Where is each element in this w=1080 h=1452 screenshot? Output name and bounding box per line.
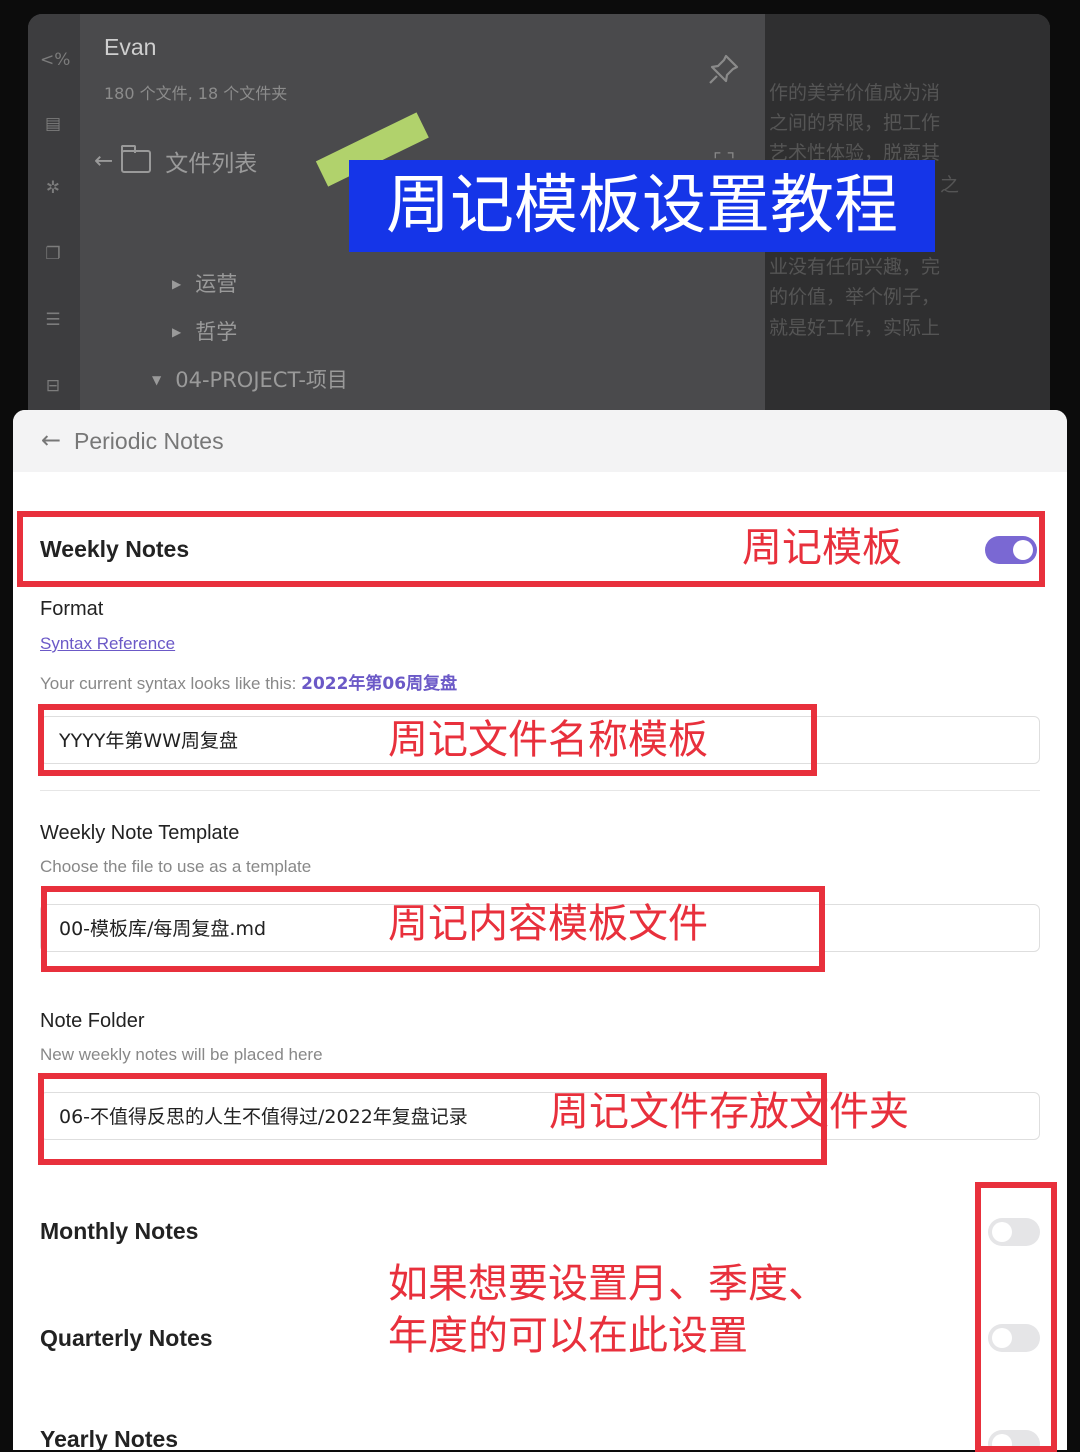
annotation-content-template: 周记内容模板文件 [388, 901, 708, 947]
editor-text-line: 的价值，举个例子， [769, 286, 941, 308]
tree-item-label: 哲学 [195, 320, 238, 344]
syntax-preview-value: 2022年第06周复盘 [301, 674, 458, 694]
annotation-box-toggles [975, 1182, 1057, 1452]
title-banner: 周记模板设置教程 [349, 160, 935, 252]
slides-icon[interactable]: ☰ [40, 308, 66, 332]
syntax-preview: Your current syntax looks like this: 202… [40, 669, 457, 694]
editor-text-line: 业没有任何兴趣，完 [769, 256, 941, 278]
back-arrow-icon[interactable]: ← [41, 426, 61, 454]
vault-stats: 180 个文件, 18 个文件夹 [104, 84, 288, 103]
divider [40, 790, 1040, 791]
copy-icon[interactable]: ❐ [40, 242, 66, 266]
archive-icon[interactable]: ⊟ [40, 374, 66, 398]
syntax-preview-prefix: Your current syntax looks like this: [40, 674, 302, 693]
editor-text-line: 作的美学价值成为消 [769, 82, 941, 104]
graph-icon[interactable]: ▤ [40, 112, 66, 136]
settings-back-label[interactable]: Periodic Notes [74, 428, 224, 455]
monthly-notes-title: Monthly Notes [40, 1218, 199, 1244]
syntax-reference-link[interactable]: Syntax Reference [40, 634, 175, 654]
tree-item-label: 04-PROJECT-项目 [175, 368, 348, 392]
chevron-right-icon: ▶ [172, 325, 182, 339]
annotation-other-line1: 如果想要设置月、季度、 [388, 1261, 828, 1307]
vault-name: Evan [104, 34, 157, 60]
tree-item-label: 运营 [195, 272, 238, 296]
quarterly-notes-title: Quarterly Notes [40, 1325, 213, 1351]
annotation-folder: 周记文件存放文件夹 [549, 1089, 909, 1135]
editor-text-line: 之间的界限，把工作 [769, 112, 941, 134]
tree-item-folder[interactable]: ▶ 哲学 [172, 316, 237, 346]
format-label: Format [40, 598, 104, 620]
ribbon-sidebar: <% ▤ ✲ ❐ ☰ ⊟ [28, 14, 80, 434]
annotation-file-name-template: 周记文件名称模板 [388, 717, 708, 763]
back-arrow-icon[interactable]: ← [94, 148, 113, 174]
template-description: Choose the file to use as a template [40, 857, 312, 876]
editor-text-line: 之 [940, 174, 960, 196]
folder-icon [121, 144, 152, 173]
file-list-title: 文件列表 [165, 151, 258, 177]
file-list-back-row[interactable]: ← 文件列表 [94, 144, 257, 178]
annotation-other-line2: 年度的可以在此设置 [388, 1313, 748, 1359]
editor-text-line: 就是好工作，实际上 [769, 317, 941, 339]
template-label: Weekly Note Template [40, 822, 240, 844]
chevron-down-icon: ▼ [152, 373, 162, 387]
pin-icon[interactable] [707, 52, 741, 86]
folder-label: Note Folder [40, 1010, 145, 1032]
code-icon[interactable]: <% [40, 48, 70, 72]
yearly-notes-title: Yearly Notes [40, 1426, 179, 1450]
folder-description: New weekly notes will be placed here [40, 1045, 323, 1064]
annotation-weekly-template: 周记模板 [742, 525, 902, 571]
chevron-right-icon: ▶ [172, 277, 182, 291]
tree-item-folder[interactable]: ▼ 04-PROJECT-项目 [152, 364, 348, 394]
network-icon[interactable]: ✲ [40, 176, 66, 200]
settings-header: ← Periodic Notes [13, 410, 1067, 472]
tree-item-folder[interactable]: ▶ 运营 [172, 268, 237, 298]
